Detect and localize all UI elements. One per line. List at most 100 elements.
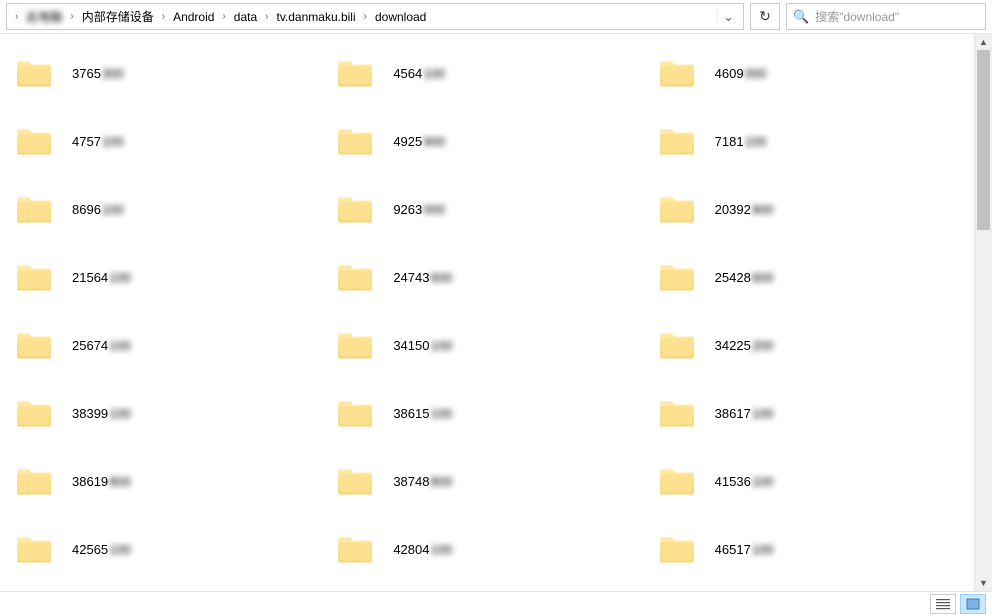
folder-grid: 3765300 4564100 4609000 4757100 4925900 71811… <box>10 50 964 572</box>
breadcrumb[interactable]: › 此电脑 › 内部存储设备 › Android › data › tv.dan… <box>6 3 744 30</box>
folder-icon <box>335 461 375 501</box>
folder-item[interactable]: 4609000 <box>653 50 964 96</box>
folder-item[interactable]: 38399100 <box>10 390 321 436</box>
folder-item[interactable]: 20392900 <box>653 186 964 232</box>
folder-icon <box>335 325 375 365</box>
folder-label: 25674100 <box>72 338 131 353</box>
crumb-data[interactable]: data <box>230 4 261 29</box>
folder-label: 7181100 <box>715 134 767 149</box>
folder-icon <box>14 529 54 569</box>
folder-label: 4564100 <box>393 66 445 81</box>
folder-item[interactable]: 21564100 <box>10 254 321 300</box>
folder-item[interactable]: 24743600 <box>331 254 642 300</box>
folder-item[interactable]: 4564100 <box>331 50 642 96</box>
folder-item[interactable]: 42565100 <box>10 526 321 572</box>
history-dropdown[interactable]: ⌄ <box>717 10 739 24</box>
large-icons-view-button[interactable] <box>960 594 986 614</box>
folder-item[interactable]: 38619800 <box>10 458 321 504</box>
folder-label: 4609000 <box>715 66 767 81</box>
folder-label: 38617100 <box>715 406 774 421</box>
vertical-scrollbar[interactable]: ▲ ▼ <box>974 34 992 591</box>
folder-item[interactable]: 34150100 <box>331 322 642 368</box>
folder-item[interactable]: 42804100 <box>331 526 642 572</box>
folder-item[interactable]: 25428600 <box>653 254 964 300</box>
folder-icon <box>657 529 697 569</box>
folder-icon <box>335 189 375 229</box>
folder-item[interactable]: 38617100 <box>653 390 964 436</box>
refresh-icon: ↻ <box>759 8 771 25</box>
folder-item[interactable]: 38748800 <box>331 458 642 504</box>
folder-label: 42565100 <box>72 542 131 557</box>
folder-icon <box>657 393 697 433</box>
folder-item[interactable]: 41536100 <box>653 458 964 504</box>
chevron-icon[interactable]: › <box>158 11 169 22</box>
folder-icon <box>14 189 54 229</box>
folder-label: 38619800 <box>72 474 131 489</box>
folder-icon <box>657 121 697 161</box>
refresh-button[interactable]: ↻ <box>750 3 780 30</box>
folder-icon <box>657 325 697 365</box>
folder-label: 34225200 <box>715 338 774 353</box>
folder-label: 38615100 <box>393 406 452 421</box>
folder-item[interactable]: 3765300 <box>10 50 321 96</box>
chevron-icon[interactable]: › <box>218 11 229 22</box>
folder-item[interactable]: 7181100 <box>653 118 964 164</box>
folder-label: 9263000 <box>393 202 445 217</box>
folder-icon <box>14 53 54 93</box>
crumb-hidden[interactable]: 此电脑 <box>22 4 66 29</box>
scroll-down-icon[interactable]: ▼ <box>975 575 992 591</box>
folder-icon <box>14 121 54 161</box>
folder-label: 8696100 <box>72 202 124 217</box>
folder-icon <box>14 257 54 297</box>
folder-label: 21564100 <box>72 270 131 285</box>
chevron-icon[interactable]: › <box>11 11 22 22</box>
crumb-bili[interactable]: tv.danmaku.bili <box>272 4 359 29</box>
folder-item[interactable]: 4925900 <box>331 118 642 164</box>
folder-item[interactable]: 25674100 <box>10 322 321 368</box>
content-area: 3765300 4564100 4609000 4757100 4925900 71811… <box>0 34 974 591</box>
folder-icon <box>335 257 375 297</box>
folder-icon <box>14 325 54 365</box>
search-placeholder: 搜索"download" <box>815 8 899 25</box>
crumb-android[interactable]: Android <box>169 4 218 29</box>
folder-icon <box>335 121 375 161</box>
folder-label: 3765300 <box>72 66 124 81</box>
address-bar: › 此电脑 › 内部存储设备 › Android › data › tv.dan… <box>0 0 992 34</box>
folder-icon <box>657 461 697 501</box>
folder-label: 4925900 <box>393 134 445 149</box>
folder-label: 46517100 <box>715 542 774 557</box>
folder-label: 41536100 <box>715 474 774 489</box>
folder-label: 34150100 <box>393 338 452 353</box>
folder-label: 25428600 <box>715 270 774 285</box>
search-icon: 🔍 <box>793 9 809 25</box>
folder-item[interactable]: 34225200 <box>653 322 964 368</box>
folder-item[interactable]: 38615100 <box>331 390 642 436</box>
folder-icon <box>657 53 697 93</box>
chevron-icon[interactable]: › <box>66 11 77 22</box>
status-bar <box>0 591 992 616</box>
folder-icon <box>657 257 697 297</box>
folder-label: 20392900 <box>715 202 774 217</box>
folder-icon <box>335 393 375 433</box>
crumb-storage[interactable]: 内部存储设备 <box>78 4 158 29</box>
scroll-thumb[interactable] <box>977 50 990 230</box>
large-icons-icon <box>966 598 980 610</box>
chevron-icon[interactable]: › <box>360 11 371 22</box>
folder-icon <box>14 393 54 433</box>
folder-item[interactable]: 9263000 <box>331 186 642 232</box>
folder-item[interactable]: 46517100 <box>653 526 964 572</box>
details-icon <box>936 599 950 610</box>
folder-label: 24743600 <box>393 270 452 285</box>
folder-icon <box>657 189 697 229</box>
crumb-download[interactable]: download <box>371 4 430 29</box>
folder-icon <box>14 461 54 501</box>
scroll-up-icon[interactable]: ▲ <box>975 34 992 50</box>
search-input[interactable]: 🔍 搜索"download" <box>786 3 986 30</box>
folder-item[interactable]: 4757100 <box>10 118 321 164</box>
folder-item[interactable]: 8696100 <box>10 186 321 232</box>
folder-icon <box>335 529 375 569</box>
folder-label: 38399100 <box>72 406 131 421</box>
details-view-button[interactable] <box>930 594 956 614</box>
folder-icon <box>335 53 375 93</box>
chevron-icon[interactable]: › <box>261 11 272 22</box>
